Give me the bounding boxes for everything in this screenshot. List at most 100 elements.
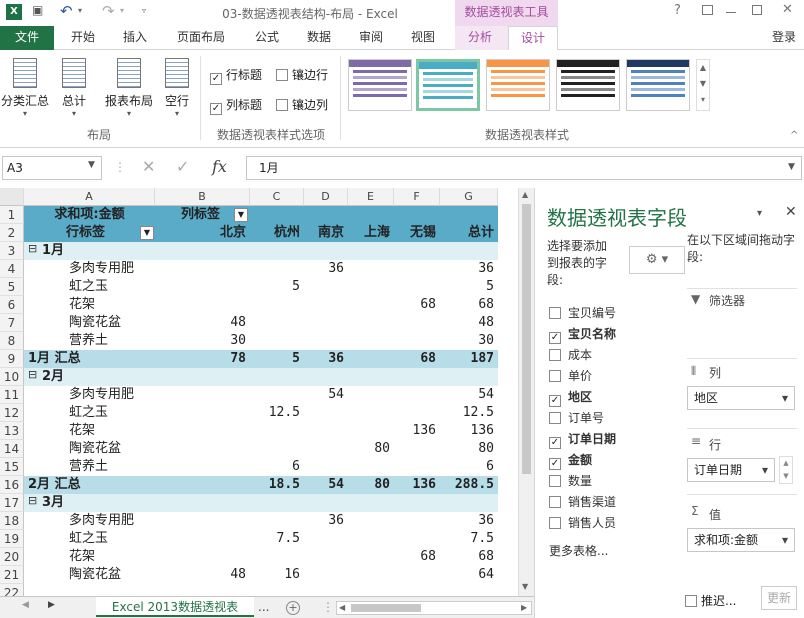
column-header-A[interactable]: A (24, 188, 155, 206)
value-cell[interactable]: 80 (348, 476, 390, 494)
value-cell[interactable] (304, 566, 344, 584)
pivot-style-blue[interactable] (626, 59, 690, 111)
product-label[interactable]: 虹之玉 (24, 404, 155, 422)
value-cell[interactable] (348, 368, 390, 386)
subtotal-button[interactable]: 分类汇总 ▾ (0, 58, 50, 118)
rows-field-dropdown[interactable]: 订单日期 (687, 458, 775, 482)
value-cell[interactable] (304, 314, 344, 332)
value-cell[interactable]: 68 (440, 548, 494, 566)
checkbox-unchecked-icon[interactable] (549, 412, 561, 424)
value-cell[interactable] (155, 422, 246, 440)
product-label[interactable]: 营养土 (24, 458, 155, 476)
value-cell[interactable] (440, 242, 494, 260)
row-number[interactable]: 1 (0, 206, 24, 224)
value-cell[interactable] (250, 242, 300, 260)
save-icon[interactable]: ▣ (32, 3, 43, 17)
row-number[interactable]: 12 (0, 404, 24, 422)
value-cell[interactable]: 18.5 (250, 476, 300, 494)
scroll-left-icon[interactable]: ◀ (339, 603, 345, 612)
product-label[interactable]: 多肉专用肥 (24, 260, 155, 278)
tab-prev-icon[interactable]: ◀ (22, 600, 29, 610)
value-cell[interactable] (348, 296, 390, 314)
tab-analyze[interactable]: 分析 (458, 26, 502, 50)
value-cell[interactable] (250, 440, 300, 458)
field-1[interactable]: ✓ 宝贝名称 (549, 325, 616, 344)
rows-scroll[interactable]: ▲ ▼ (779, 456, 793, 484)
columns-field-dropdown[interactable]: 地区 (687, 386, 795, 410)
value-cell[interactable] (394, 566, 436, 584)
column-header-F[interactable]: F (394, 188, 440, 206)
product-label[interactable]: 虹之玉 (24, 278, 155, 296)
value-cell[interactable] (304, 422, 344, 440)
vertical-scrollbar[interactable]: ▲ ▼ (518, 188, 534, 596)
value-cell[interactable] (304, 440, 344, 458)
value-cell[interactable] (348, 404, 390, 422)
value-cell[interactable] (155, 458, 246, 476)
field-6[interactable]: ✓ 订单日期 (549, 430, 616, 449)
value-cell[interactable] (440, 368, 494, 386)
field-10[interactable]: 销售人员 (549, 514, 616, 530)
row-number[interactable]: 4 (0, 260, 24, 278)
value-cell[interactable]: 48 (440, 314, 494, 332)
column-header-E[interactable]: E (348, 188, 394, 206)
value-cell[interactable]: 16 (250, 566, 300, 584)
value-cell[interactable] (348, 512, 390, 530)
row-number[interactable]: 10 (0, 368, 24, 386)
value-cell[interactable]: 68 (394, 296, 436, 314)
pane-close-icon[interactable]: ✕ (785, 204, 797, 220)
worksheet[interactable]: ABCDEFG 1 求和项:金额 列标签 ▼ 2 行标签 ▼ 北京 杭州 南京 上海 无锡 总计 3 1月 ⊟… (0, 188, 518, 596)
login-link[interactable]: 登录 (772, 26, 804, 50)
value-cell[interactable]: 30 (440, 332, 494, 350)
expand-formula-icon[interactable]: ▼ (788, 162, 795, 172)
collapse-toggle-icon[interactable]: ⊟ (28, 242, 37, 255)
scroll-down-icon[interactable]: ▼ (522, 582, 528, 591)
pivot-style-purple[interactable] (348, 59, 412, 111)
value-cell[interactable] (155, 476, 246, 494)
product-label[interactable]: 营养土 (24, 332, 155, 350)
city-header[interactable]: 总计 (440, 224, 494, 242)
value-cell[interactable]: 36 (304, 260, 344, 278)
tab-view[interactable]: 视图 (402, 26, 444, 50)
tab-file[interactable]: 文件 (0, 26, 54, 50)
scroll-thumb[interactable] (522, 204, 531, 474)
pivot-style-black[interactable] (556, 59, 620, 111)
grand-total-button[interactable]: 总计 ▾ (56, 58, 92, 118)
value-cell[interactable] (394, 458, 436, 476)
value-cell[interactable] (304, 332, 344, 350)
month-total-label[interactable]: 2月 汇总 (24, 476, 155, 494)
value-cell[interactable]: 48 (155, 314, 246, 332)
checkbox-unchecked-icon[interactable] (549, 370, 561, 382)
value-cell[interactable]: 36 (304, 512, 344, 530)
value-cell[interactable]: 7.5 (440, 530, 494, 548)
product-label[interactable]: 陶瓷花盆 (24, 566, 155, 584)
field-settings-gear-icon[interactable]: ⚙ ▾ (629, 246, 685, 274)
col-labels-header[interactable]: 列标签 (155, 206, 227, 224)
field-3[interactable]: 单价 (549, 367, 592, 383)
value-cell[interactable] (348, 314, 390, 332)
value-cell[interactable] (440, 494, 494, 512)
formula-input[interactable]: 1月 (246, 156, 802, 180)
value-cell[interactable] (250, 260, 300, 278)
tab-review[interactable]: 审阅 (350, 26, 392, 50)
value-cell[interactable] (155, 530, 246, 548)
checkbox-checked-icon[interactable]: ✓ (549, 458, 561, 470)
value-cell[interactable] (250, 422, 300, 440)
row-number[interactable]: 17 (0, 494, 24, 512)
report-layout-button[interactable]: 报表布局 ▾ (103, 58, 155, 118)
row-number[interactable]: 20 (0, 548, 24, 566)
value-cell[interactable] (250, 368, 300, 386)
collapse-toggle-icon[interactable]: ⊟ (28, 368, 37, 381)
row-number[interactable]: 5 (0, 278, 24, 296)
checkbox-unchecked-icon[interactable] (549, 349, 561, 361)
column-header-C[interactable]: C (250, 188, 304, 206)
row-number[interactable]: 13 (0, 422, 24, 440)
row-number[interactable]: 18 (0, 512, 24, 530)
row-labels-header[interactable]: 行标签 (24, 224, 155, 242)
scroll-right-icon[interactable]: ▶ (521, 603, 527, 612)
month-group-label[interactable]: 3月 (24, 494, 155, 512)
checkbox-checked-icon[interactable]: ✓ (549, 332, 561, 344)
ribbon-display-icon[interactable] (702, 5, 713, 15)
value-cell[interactable] (155, 548, 246, 566)
customize-qat-icon[interactable]: ▿ (142, 6, 146, 15)
more-sheets[interactable]: ... (258, 600, 269, 614)
